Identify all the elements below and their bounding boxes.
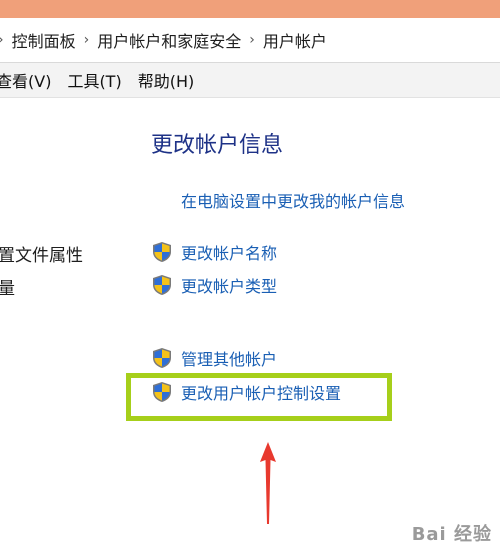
task-change-account-name[interactable]: 更改帐户名称 (151, 240, 277, 264)
highlight-box (126, 373, 392, 421)
breadcrumb-user-accounts[interactable]: 用户帐户 (263, 28, 327, 52)
breadcrumb-separator-icon: › (0, 32, 4, 48)
breadcrumb-control-panel[interactable]: 控制面板 (12, 28, 76, 52)
task-change-account-type[interactable]: 更改帐户类型 (151, 273, 277, 297)
breadcrumb-separator-icon[interactable]: › (249, 32, 255, 48)
uac-shield-icon (153, 348, 171, 368)
task-label[interactable]: 更改帐户类型 (181, 273, 277, 297)
watermark-logo: Bai 经验 (411, 524, 492, 545)
left-link-partial[interactable]: 量 (0, 274, 15, 299)
task-manage-other-accounts[interactable]: 管理其他帐户 (151, 346, 277, 370)
task-label[interactable]: 更改帐户名称 (181, 240, 277, 264)
address-bar[interactable]: › 控制面板 › 用户帐户和家庭安全 › 用户帐户 (0, 18, 500, 63)
uac-shield-icon (153, 275, 171, 295)
red-arrow-icon (260, 442, 276, 524)
left-link-profile-properties[interactable]: 置文件属性 (0, 241, 83, 266)
window-title-bar (0, 0, 500, 18)
menu-help[interactable]: 帮助(H) (138, 68, 195, 92)
page-title: 更改帐户信息 (151, 133, 284, 158)
breadcrumb-separator-icon[interactable]: › (84, 32, 90, 48)
menu-tools[interactable]: 工具(T) (67, 68, 121, 92)
uac-shield-icon (153, 242, 171, 262)
task-label[interactable]: 管理其他帐户 (181, 346, 277, 370)
pc-settings-link[interactable]: 在电脑设置中更改我的帐户信息 (181, 188, 405, 212)
breadcrumb-user-accounts-family[interactable]: 用户帐户和家庭安全 (97, 28, 241, 52)
menu-bar: 查看(V) 工具(T) 帮助(H) (0, 63, 500, 98)
menu-view[interactable]: 查看(V) (0, 68, 51, 92)
